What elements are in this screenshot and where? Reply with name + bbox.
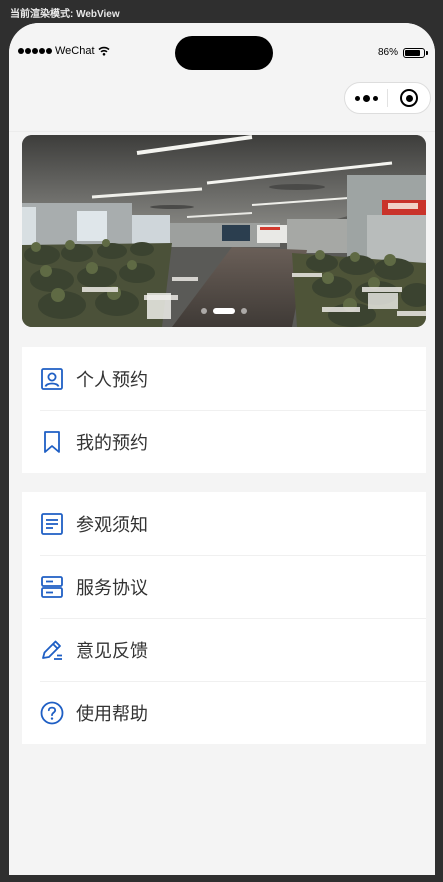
menu-group-appointments: 个人预约 我的预约	[22, 347, 426, 473]
person-card-icon	[40, 367, 64, 391]
menu-item-help[interactable]: 使用帮助	[22, 681, 426, 744]
edit-pen-icon	[40, 638, 64, 662]
miniprogram-capsule	[344, 82, 431, 114]
battery-percent: 86%	[377, 47, 398, 58]
battery-icon	[403, 47, 428, 58]
status-bar: WeChat 86%	[9, 23, 435, 83]
menu-item-visit-notice[interactable]: 参观须知	[22, 492, 426, 555]
carousel-dot-active[interactable]	[213, 308, 235, 314]
carrier-name: WeChat	[55, 45, 95, 57]
menu-item-service-agreement[interactable]: 服务协议	[22, 555, 426, 618]
close-miniprogram-button[interactable]	[388, 83, 430, 113]
document-icon	[40, 512, 64, 536]
carousel-dot[interactable]	[201, 308, 207, 314]
classroom-photo	[22, 135, 426, 327]
menu-item-feedback[interactable]: 意见反馈	[22, 618, 426, 681]
battery-indicator: 86%	[377, 47, 428, 58]
menu-item-label: 意见反馈	[76, 640, 148, 662]
nav-divider	[9, 131, 435, 132]
carousel-dot[interactable]	[241, 308, 247, 314]
carousel-dots	[22, 308, 426, 314]
help-circle-icon	[40, 701, 64, 725]
phone-screen: WeChat 86% 个人预约 我的预约 参观须知 服务协议 意见反馈 使用帮助	[9, 23, 435, 875]
carrier-info: WeChat	[18, 45, 110, 57]
menu-item-personal-appointment[interactable]: 个人预约	[22, 347, 426, 410]
bookmark-icon	[40, 430, 64, 454]
render-mode-label: 当前渲染模式: WebView	[10, 9, 120, 20]
banner-carousel[interactable]	[22, 135, 426, 327]
more-dots-icon[interactable]	[345, 83, 387, 113]
signal-icon	[18, 48, 52, 54]
menu-item-label: 使用帮助	[76, 703, 148, 725]
wifi-icon	[98, 46, 110, 56]
menu-item-label: 服务协议	[76, 577, 148, 599]
menu-item-label: 参观须知	[76, 514, 148, 536]
menu-item-my-appointments[interactable]: 我的预约	[22, 410, 426, 473]
server-icon	[40, 575, 64, 599]
dynamic-island	[175, 36, 273, 70]
menu-group-info: 参观须知 服务协议 意见反馈 使用帮助	[22, 492, 426, 744]
target-circle-icon	[400, 89, 418, 107]
menu-item-label: 我的预约	[76, 432, 148, 454]
menu-item-label: 个人预约	[76, 369, 148, 391]
